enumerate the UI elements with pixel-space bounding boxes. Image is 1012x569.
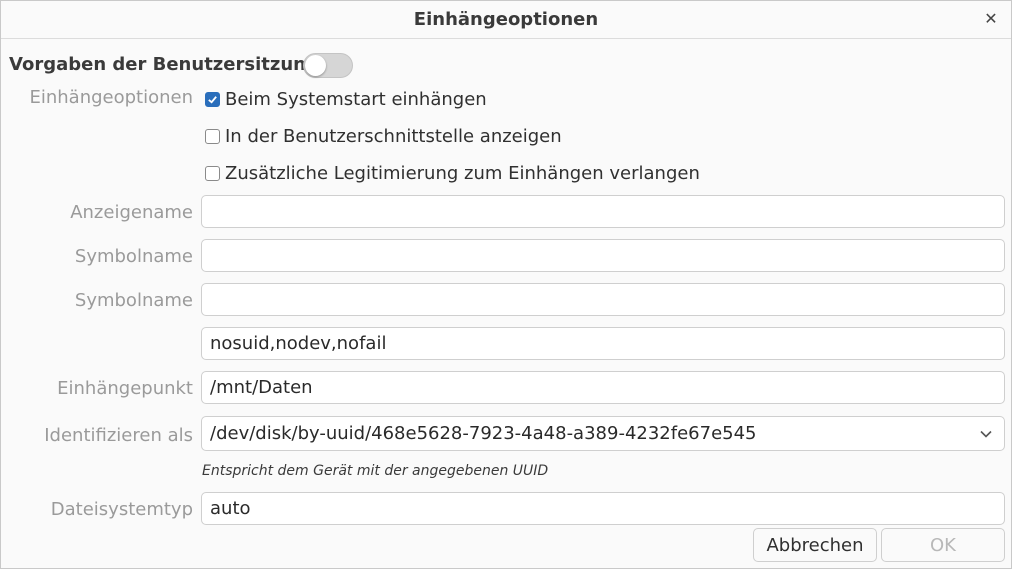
mount-options-dialog: Einhängeoptionen ✕ Vorgaben der Benutzer… [0, 0, 1012, 569]
mount-options-input[interactable]: nosuid,nodev,nofail [201, 327, 1005, 360]
identify-as-label: Identifizieren als [44, 425, 193, 446]
chevron-down-icon [980, 430, 992, 438]
icon-name-input[interactable] [201, 239, 1005, 272]
checkbox-checked-icon[interactable] [205, 92, 220, 107]
close-icon[interactable]: ✕ [981, 9, 1001, 29]
identify-as-value: /dev/disk/by-uuid/468e5628-7923-4a48-a38… [210, 423, 757, 444]
dialog-title: Einhängeoptionen [413, 9, 599, 30]
fs-type-label: Dateisystemtyp [50, 499, 193, 520]
symbolic-icon-name-input[interactable] [201, 283, 1005, 316]
checkbox-unchecked-icon[interactable] [205, 166, 220, 181]
mount-options-label: Einhängeoptionen [29, 87, 193, 108]
toggle-knob [305, 55, 326, 76]
session-defaults-toggle[interactable] [303, 53, 353, 78]
checkbox-mount-at-startup[interactable]: Beim Systemstart einhängen [205, 89, 487, 110]
session-defaults-label: Vorgaben der Benutzersitzung [9, 54, 319, 75]
identify-as-hint: Entspricht dem Gerät mit der angegebenen… [202, 463, 549, 479]
display-name-label: Anzeigename [70, 202, 193, 223]
fs-type-input[interactable]: auto [201, 492, 1005, 525]
symbolic-icon-name-label: Symbolname [74, 290, 193, 311]
mount-point-input[interactable]: /mnt/Daten [201, 371, 1005, 404]
identify-as-select[interactable]: /dev/disk/by-uuid/468e5628-7923-4a48-a38… [201, 416, 1005, 451]
checkbox-require-auth[interactable]: Zusätzliche Legitimierung zum Einhängen … [205, 163, 700, 184]
checkbox-label: Zusätzliche Legitimierung zum Einhängen … [225, 163, 700, 184]
checkbox-label: Beim Systemstart einhängen [225, 89, 487, 110]
icon-name-label: Symbolname [74, 246, 193, 267]
display-name-input[interactable] [201, 195, 1005, 228]
checkbox-label: In der Benutzerschnittstelle anzeigen [225, 126, 562, 147]
title-bar: Einhängeoptionen ✕ [1, 1, 1011, 39]
mount-point-label: Einhängepunkt [57, 378, 193, 399]
cancel-button[interactable]: Abbrechen [753, 528, 877, 562]
checkbox-unchecked-icon[interactable] [205, 129, 220, 144]
checkbox-show-in-ui[interactable]: In der Benutzerschnittstelle anzeigen [205, 126, 562, 147]
ok-button[interactable]: OK [881, 528, 1005, 562]
